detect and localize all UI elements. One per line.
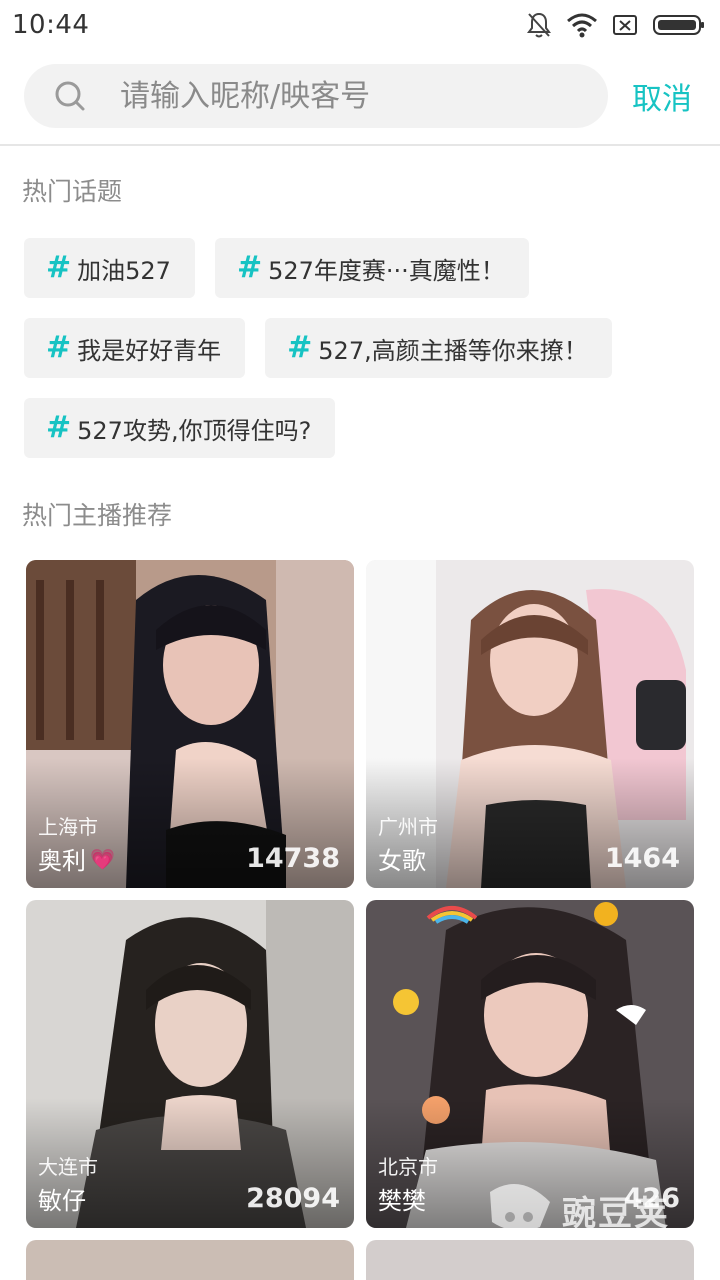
- wifi-icon: [566, 12, 598, 38]
- anchor-name-row: 樊樊: [378, 1181, 426, 1216]
- topic-chip[interactable]: # 我是好好青年: [24, 318, 246, 378]
- hash-icon: #: [46, 410, 72, 445]
- watermark-logo-icon: [490, 1184, 550, 1231]
- topic-chip[interactable]: # 527年度赛···真魔性！: [214, 238, 529, 298]
- anchor-name: 女歌: [378, 847, 426, 875]
- hash-icon: #: [46, 250, 72, 285]
- heart-icon: 💗: [90, 846, 115, 871]
- watermark-text: 豌豆荚: [562, 1194, 670, 1234]
- anchor-city: 上海市: [38, 815, 98, 839]
- anchor-card-partial[interactable]: [26, 1240, 354, 1280]
- topic-chip[interactable]: # 527攻势,你顶得住吗?: [24, 398, 336, 458]
- topic-label: 加油527: [77, 256, 171, 285]
- viewer-count: 28094: [246, 1183, 340, 1214]
- bell-off-icon: [526, 11, 552, 39]
- anchor-card-partial[interactable]: [366, 1240, 694, 1280]
- anchor-city: 广州市: [378, 815, 438, 839]
- anchor-card[interactable]: 上海市 奥利 💗 14738: [26, 560, 354, 888]
- anchor-name: 樊樊: [378, 1187, 426, 1215]
- watermark: 豌豆荚: [480, 1172, 700, 1242]
- divider: [0, 144, 720, 146]
- viewer-count: 1464: [604, 843, 680, 874]
- hash-icon: #: [46, 330, 72, 365]
- hot-topics-list: # 加油527 # 527年度赛···真魔性！ # 我是好好青年 # 527,高…: [24, 238, 704, 478]
- topic-chip[interactable]: # 加油527: [24, 238, 195, 298]
- anchor-card[interactable]: 大连市 敏仔 28094: [26, 900, 354, 1228]
- status-icons: [526, 8, 706, 42]
- cancel-button[interactable]: 取消: [632, 74, 692, 118]
- topic-label: 527攻势,你顶得住吗?: [77, 416, 312, 445]
- search-input[interactable]: [120, 64, 590, 128]
- hot-anchors-title: 热门主播推荐: [22, 501, 173, 530]
- search-box[interactable]: [24, 64, 608, 128]
- status-time: 10:44: [12, 10, 90, 40]
- anchor-city: 北京市: [378, 1155, 438, 1179]
- anchor-name-row: 奥利 💗: [38, 841, 115, 876]
- anchor-card[interactable]: 广州市 女歌 1464: [366, 560, 694, 888]
- sim-off-icon: [612, 13, 638, 37]
- status-bar: 10:44: [0, 0, 720, 50]
- hash-icon: #: [236, 250, 263, 285]
- topic-label: 527,高颜主播等你来撩！: [318, 336, 588, 365]
- anchor-name: 奥利: [38, 847, 86, 875]
- anchor-city: 大连市: [38, 1155, 98, 1179]
- anchor-name-row: 女歌: [378, 841, 426, 876]
- topic-chip[interactable]: # 527,高颜主播等你来撩！: [265, 318, 612, 378]
- hash-icon: #: [287, 330, 313, 365]
- anchor-name: 敏仔: [38, 1187, 86, 1215]
- viewer-count: 14738: [246, 843, 340, 874]
- topic-label: 527年度赛···真魔性！: [268, 256, 505, 285]
- search-row: 取消: [0, 60, 720, 136]
- anchor-name-row: 敏仔: [38, 1181, 86, 1216]
- topic-label: 我是好好青年: [77, 336, 222, 365]
- battery-icon: [652, 13, 706, 37]
- search-icon: [54, 80, 86, 112]
- hot-topics-title: 热门话题: [22, 177, 123, 206]
